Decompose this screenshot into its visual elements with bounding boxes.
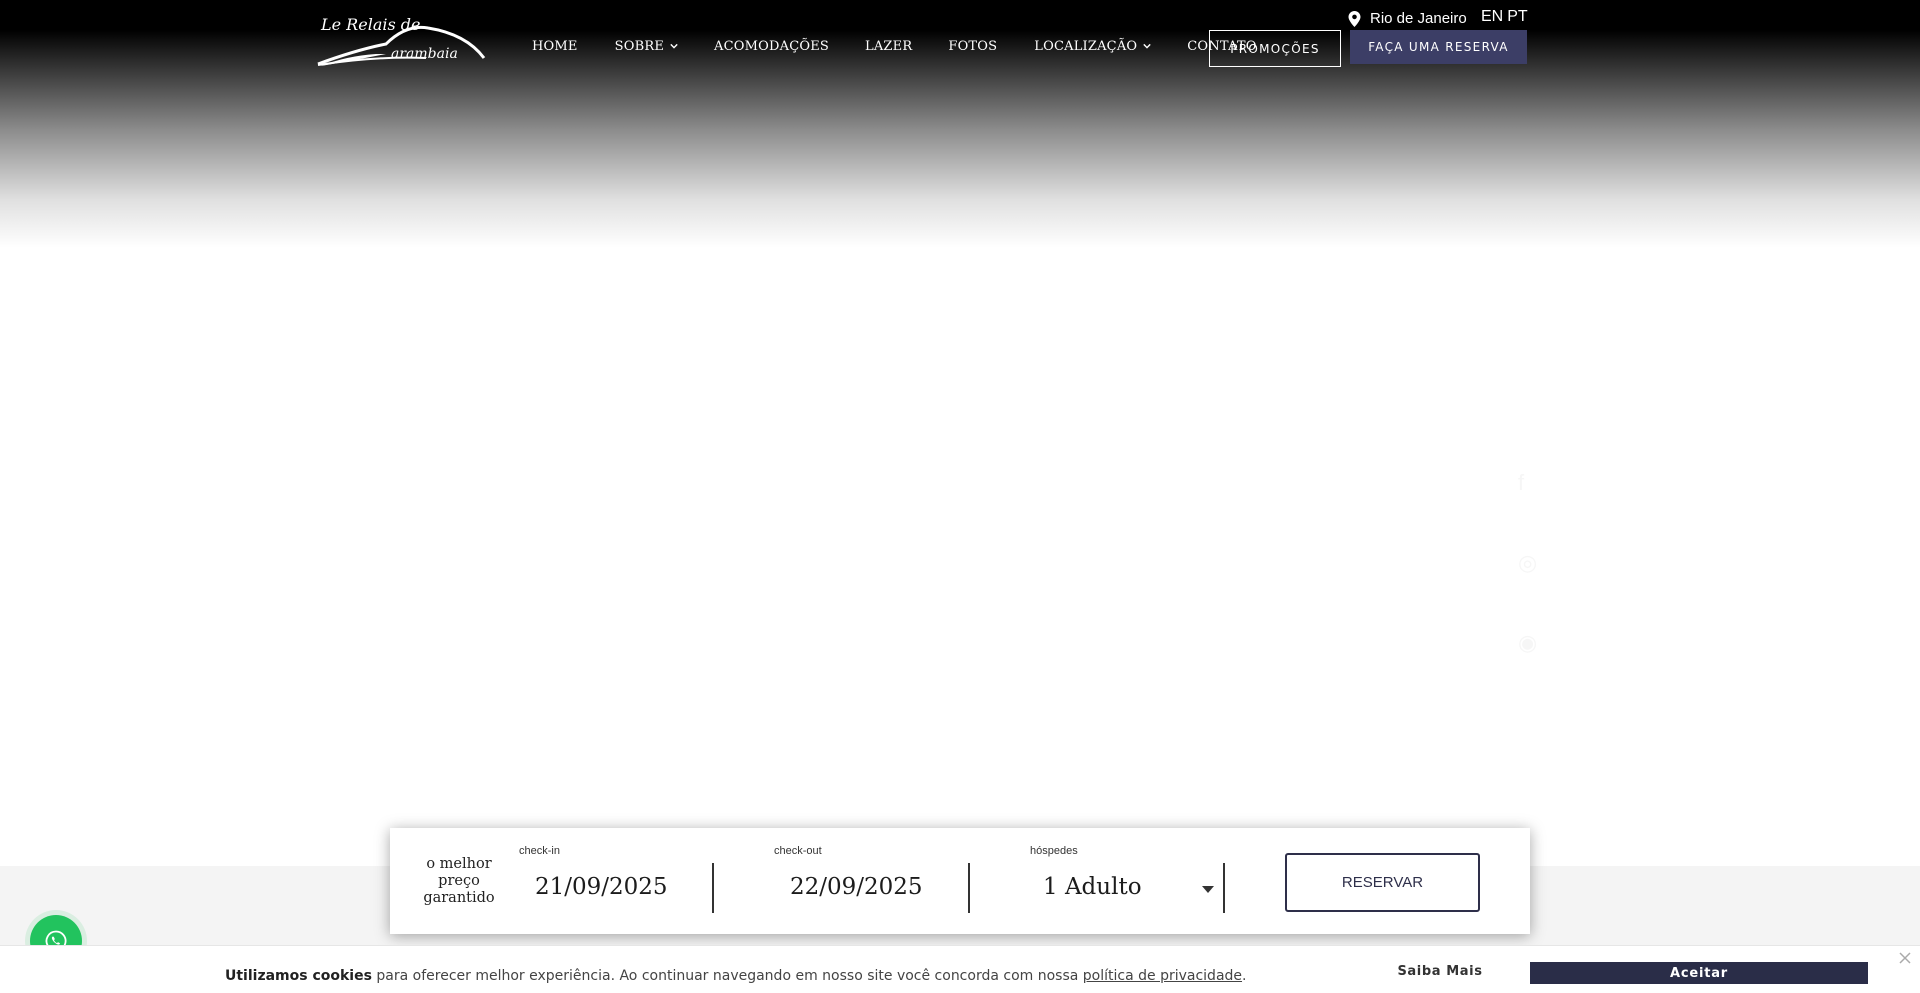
guests-label: hóspedes — [1030, 845, 1078, 857]
cookie-message: Utilizamos cookies para oferecer melhor … — [225, 968, 1246, 984]
cookie-message-bold: Utilizamos cookies — [225, 968, 372, 984]
checkout-field[interactable]: 22/09/2025 — [790, 874, 923, 900]
nav-fotos[interactable]: FOTOS — [948, 36, 997, 56]
nav-lazer-label: LAZER — [865, 38, 913, 54]
nav-acomodacoes[interactable]: ACOMODAÇÕES — [714, 36, 829, 56]
language-switcher: EN PT — [1481, 8, 1528, 26]
nav-localizacao-label: LOCALIZAÇÃO — [1034, 38, 1138, 54]
checkin-field[interactable]: 21/09/2025 — [535, 874, 668, 900]
location-link[interactable]: Rio de Janeiro — [1348, 10, 1467, 27]
cookie-consent-bar: Utilizamos cookies para oferecer melhor … — [0, 945, 1920, 993]
cookie-message-text: para oferecer melhor experiência. Ao con… — [371, 968, 1083, 984]
instagram-icon[interactable]: ◎ — [1518, 550, 1537, 576]
checkout-label: check-out — [774, 845, 822, 857]
divider — [712, 863, 714, 913]
svg-text:arambaia: arambaia — [391, 46, 458, 62]
privacy-policy-link[interactable]: política de privacidade — [1083, 968, 1242, 984]
divider — [968, 863, 970, 913]
facebook-icon[interactable]: f — [1518, 470, 1524, 496]
checkin-label: check-in — [519, 845, 560, 857]
close-icon[interactable] — [1898, 951, 1912, 965]
nav-acomodacoes-label: ACOMODAÇÕES — [714, 38, 829, 54]
booking-widget: o melhor preço garantido check-in 21/09/… — [390, 828, 1530, 934]
nav-fotos-label: FOTOS — [948, 38, 998, 54]
lang-pt[interactable]: PT — [1507, 8, 1527, 26]
accept-cookies-button[interactable]: Aceitar — [1530, 962, 1868, 984]
nav-home-label: HOME — [532, 38, 578, 54]
main-nav: HOME SOBRE ACOMODAÇÕES LAZER FOTOS LOCAL… — [532, 36, 1257, 56]
best-price-badge: o melhor preço garantido — [423, 856, 495, 906]
nav-sobre-label: SOBRE — [614, 38, 665, 54]
nav-sobre[interactable]: SOBRE — [615, 36, 678, 56]
location-label: Rio de Janeiro — [1370, 10, 1467, 27]
guests-select[interactable]: 1 Adulto — [1043, 874, 1142, 900]
nav-home[interactable]: HOME — [532, 36, 578, 56]
chevron-down-icon — [670, 43, 678, 49]
lang-en[interactable]: EN — [1481, 8, 1503, 26]
brand-logo[interactable]: Le Relais de arambaia — [316, 10, 486, 70]
reservar-button[interactable]: RESERVAR — [1285, 853, 1480, 912]
learn-more-button[interactable]: Saiba Mais — [1390, 964, 1490, 979]
cookie-message-end: . — [1242, 968, 1247, 984]
promocoes-button[interactable]: PROMOÇÕES — [1209, 30, 1341, 67]
site-header: Le Relais de arambaia HOME SOBRE ACOMODA… — [0, 0, 1920, 80]
nav-localizacao[interactable]: LOCALIZAÇÃO — [1034, 36, 1151, 56]
divider — [1223, 863, 1225, 913]
chevron-down-icon — [1143, 43, 1151, 49]
map-pin-icon — [1348, 10, 1361, 27]
tripadvisor-icon[interactable]: ◉ — [1518, 630, 1537, 656]
nav-lazer[interactable]: LAZER — [865, 36, 912, 56]
make-reservation-button[interactable]: FAÇA UMA RESERVA — [1350, 30, 1527, 64]
caret-down-icon[interactable] — [1202, 886, 1214, 893]
